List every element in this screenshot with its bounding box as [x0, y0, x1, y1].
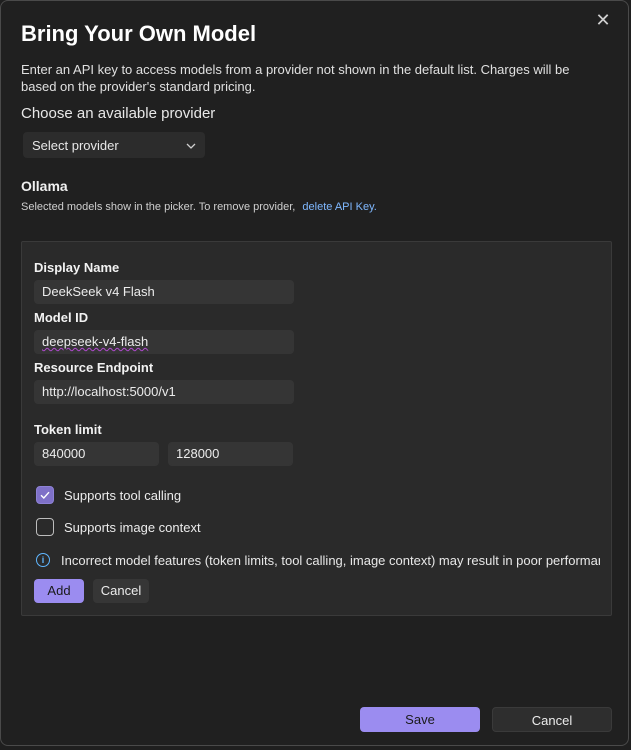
image-context-option[interactable]: Supports image context: [36, 517, 201, 537]
model-id-label: Model ID: [34, 310, 89, 325]
resource-endpoint-input[interactable]: http://localhost:5000/v1: [34, 380, 294, 404]
tool-calling-label: Supports tool calling: [64, 487, 182, 503]
resource-endpoint-label: Resource Endpoint: [34, 360, 154, 375]
image-context-checkbox[interactable]: [36, 518, 54, 536]
cancel-button[interactable]: Cancel: [492, 707, 612, 732]
provider-name: Ollama: [21, 178, 68, 194]
dialog-description: Enter an API key to access models from a…: [21, 62, 570, 94]
provider-note-text: Selected models show in the picker. To r…: [21, 201, 296, 213]
display-name-label: Display Name: [34, 260, 120, 275]
provider-select[interactable]: Select provider: [23, 132, 205, 158]
tool-calling-option[interactable]: Supports tool calling: [36, 485, 181, 505]
info-icon: i: [36, 553, 50, 567]
checkmark-icon: [40, 491, 50, 500]
info-text: Incorrect model features (token limits, …: [61, 552, 600, 568]
form-cancel-button[interactable]: Cancel: [93, 579, 149, 603]
provider-note: Selected models show in the picker. To r…: [21, 201, 377, 213]
token-limit-label: Token limit: [34, 422, 102, 437]
tool-calling-checkbox[interactable]: [36, 486, 54, 504]
delete-api-key-link[interactable]: delete API Key.: [302, 201, 376, 213]
dialog-title: Bring Your Own Model: [21, 21, 257, 46]
close-icon[interactable]: ✕: [594, 11, 612, 29]
model-id-input[interactable]: deepseek-v4-flash: [34, 330, 294, 354]
model-id-value: deepseek-v4-flash: [42, 334, 149, 349]
image-context-label: Supports image context: [64, 519, 201, 535]
model-form-panel: Display Name DeekSeek v4 Flash Model ID …: [21, 241, 612, 616]
choose-provider-label: Choose an available provider: [21, 105, 216, 122]
chevron-down-icon: [186, 133, 196, 170]
display-name-input[interactable]: DeekSeek v4 Flash: [34, 280, 294, 304]
token-limit-input-field[interactable]: 840000: [34, 442, 159, 466]
info-message: i Incorrect model features (token limits…: [36, 551, 600, 569]
provider-select-value: Select provider: [32, 138, 119, 153]
save-button[interactable]: Save: [360, 707, 480, 732]
add-button[interactable]: Add: [34, 579, 84, 603]
token-limit-output-field[interactable]: 128000: [168, 442, 293, 466]
byom-dialog: ✕ Bring Your Own Model Enter an API key …: [0, 0, 629, 746]
